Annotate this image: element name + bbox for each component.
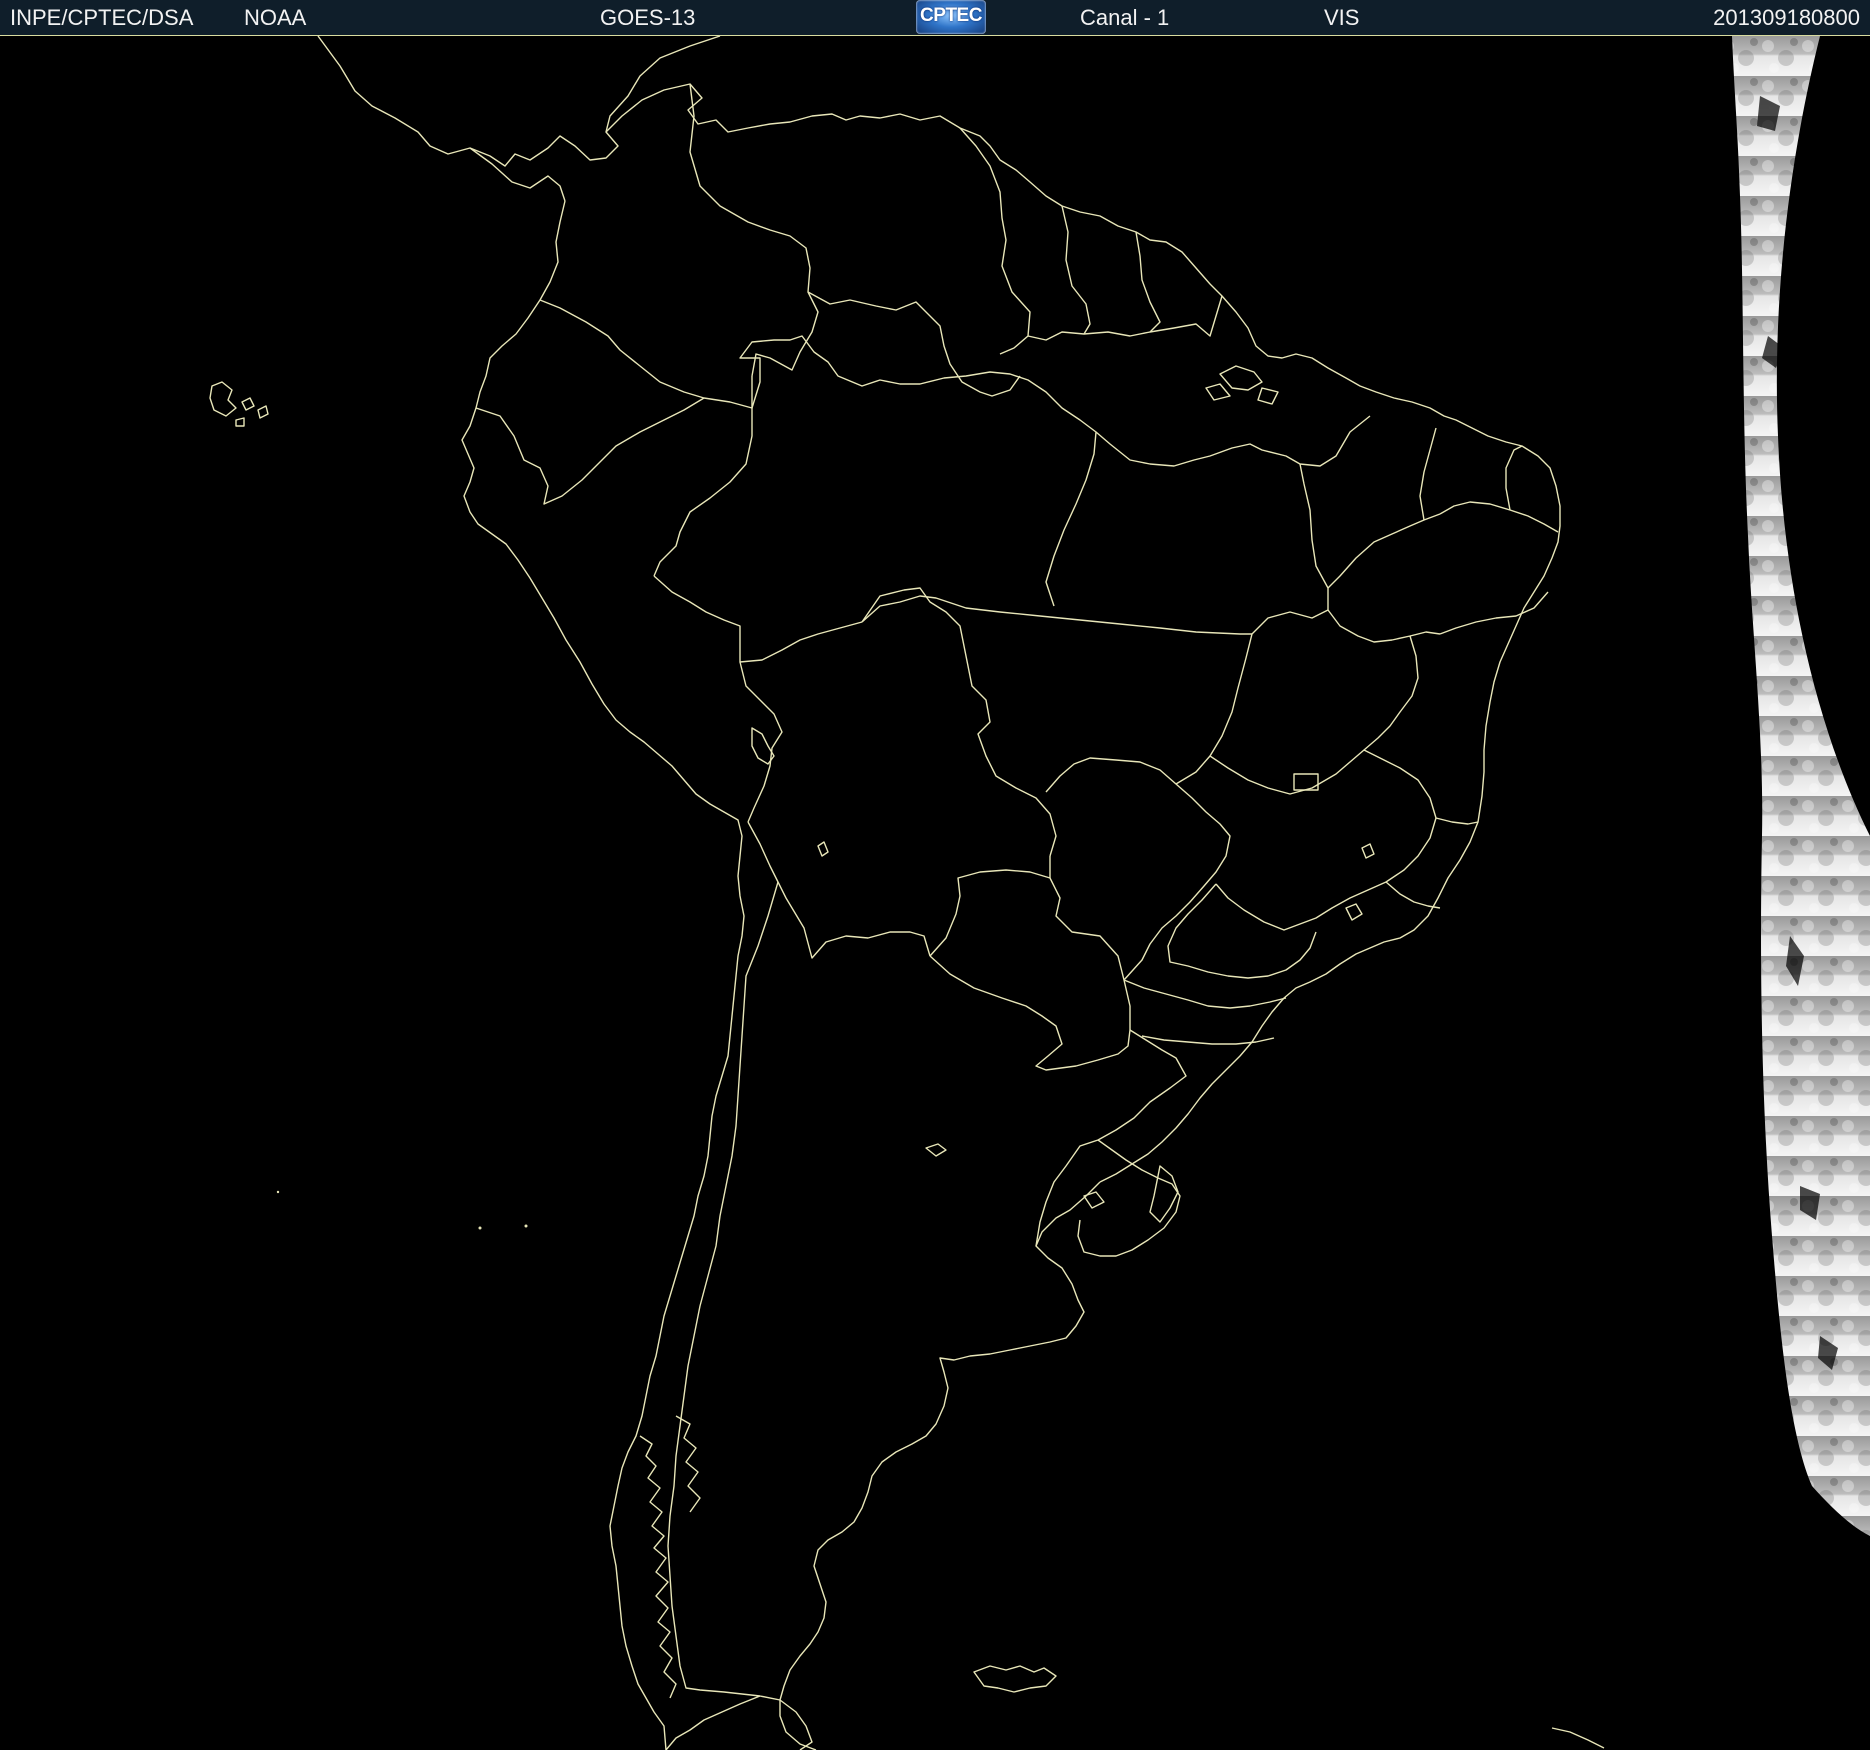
- image-header-bar: INPE/CPTEC/DSA NOAA GOES-13 CPTEC Canal …: [0, 0, 1870, 36]
- band-label: VIS: [1324, 5, 1360, 30]
- timestamp-label: 201309180800: [1713, 5, 1860, 30]
- organization-label: INPE/CPTEC/DSA: [10, 5, 194, 30]
- cptec-logo: CPTEC: [916, 0, 986, 34]
- island-dot-1: [478, 1226, 482, 1230]
- island-dot-3: [276, 1190, 280, 1194]
- satellite-label: GOES-13: [600, 5, 696, 30]
- agency-label: NOAA: [244, 5, 307, 30]
- map-background: [0, 36, 1870, 1750]
- island-dot-2: [524, 1224, 528, 1228]
- map-svg: [0, 36, 1870, 1750]
- channel-label: Canal - 1: [1080, 5, 1170, 30]
- logo-text: CPTEC: [920, 5, 982, 26]
- satellite-map: [0, 36, 1870, 1750]
